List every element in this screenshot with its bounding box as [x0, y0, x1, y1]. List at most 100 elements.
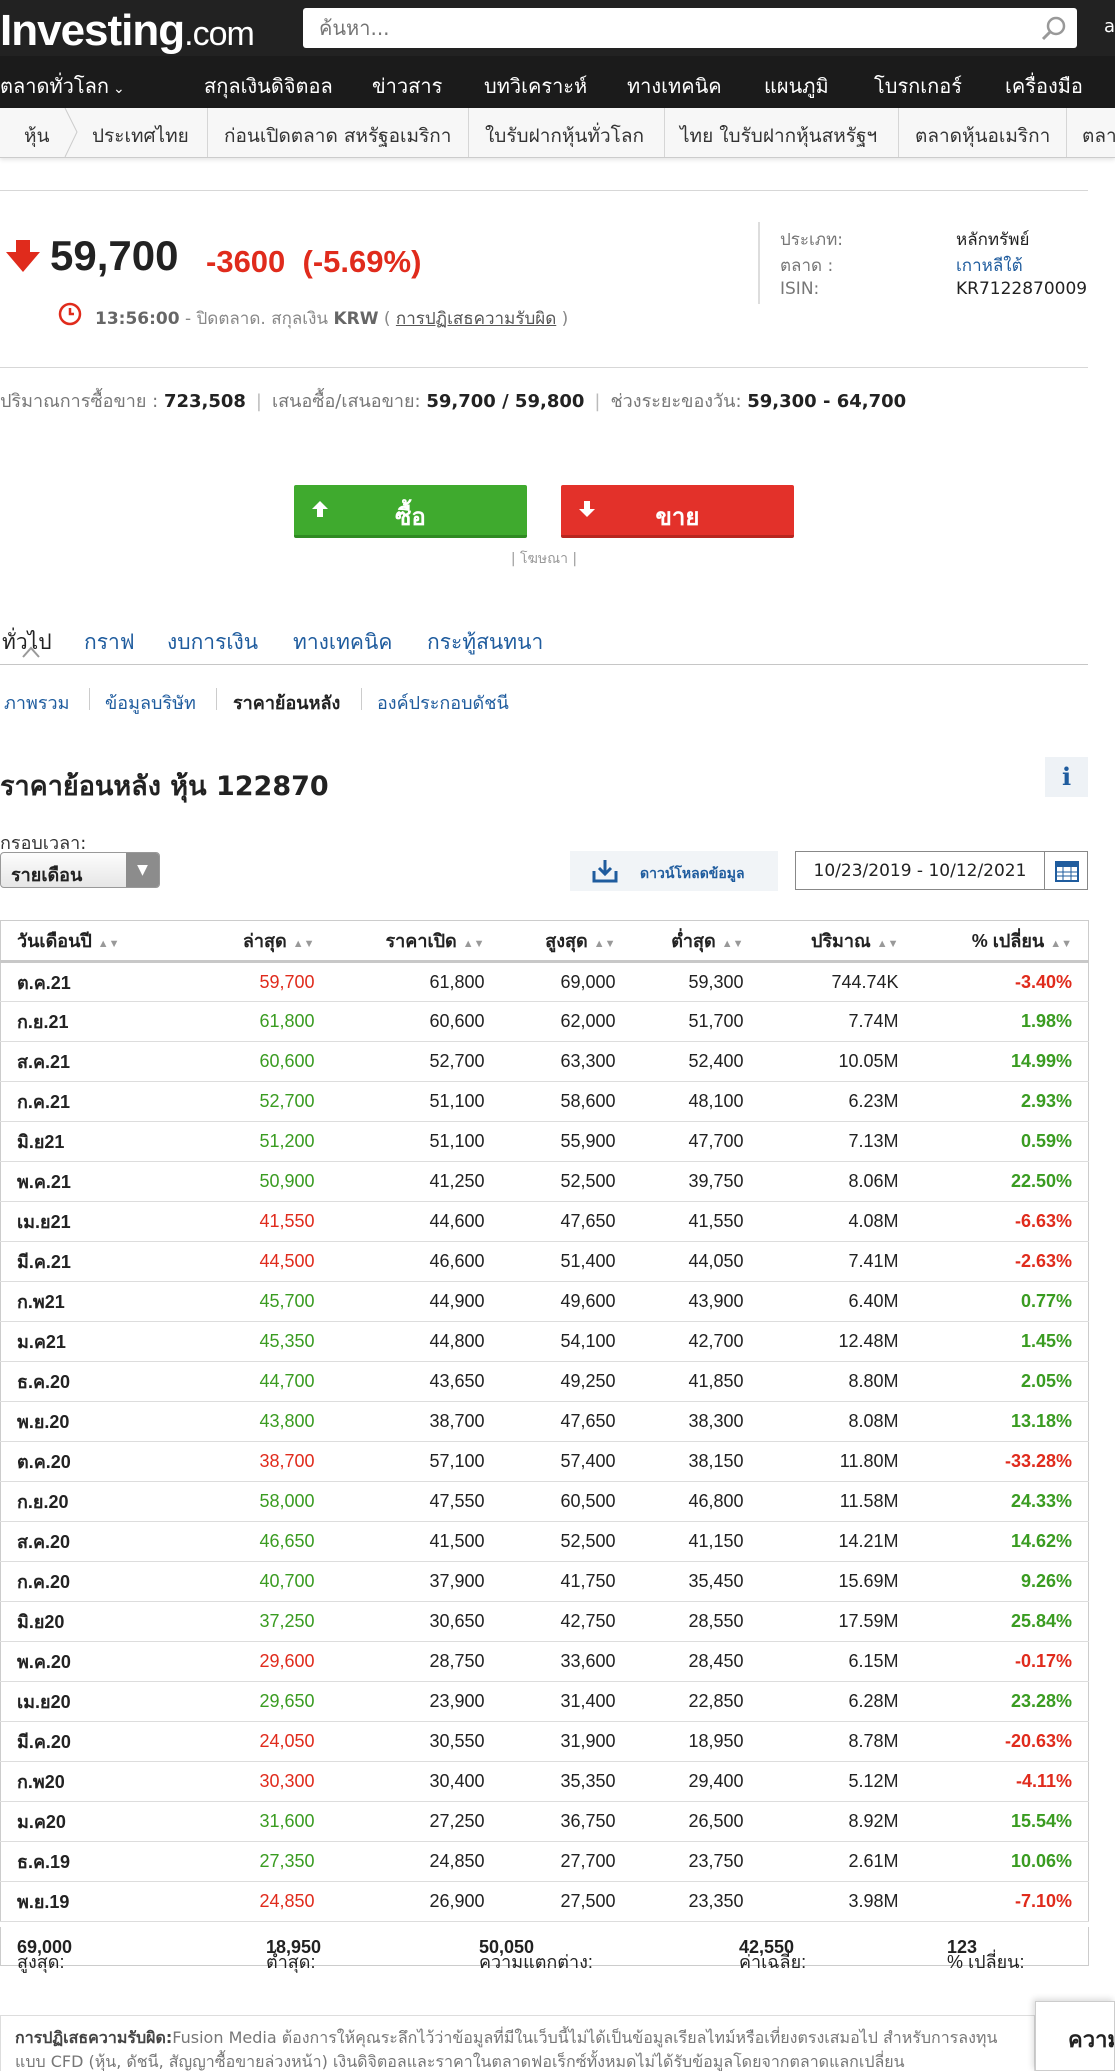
timeframe-select[interactable]: รายเดือน ▼	[0, 852, 160, 888]
cell-volume: 3.98M	[759, 1881, 915, 1922]
cell-open: 26,900	[330, 1881, 501, 1922]
col-volume[interactable]: ปริมาณ ▲▼	[759, 920, 915, 963]
cell-change-pct: 1.45%	[914, 1321, 1089, 1362]
cell-last: 38,700	[190, 1441, 331, 1482]
change-value: -3600	[206, 244, 286, 279]
cell-date: ก.ค.20	[0, 1561, 191, 1602]
calendar-icon[interactable]	[1055, 860, 1079, 882]
cell-low: 18,950	[631, 1721, 760, 1762]
cell-open: 60,600	[330, 1001, 501, 1042]
table-row: พ.ย.19 24,850 26,900 27,500 23,350 3.98M -7.10…	[0, 1881, 1089, 1922]
subtab-overview[interactable]: ภาพรวม	[4, 688, 69, 717]
summary-label: ต่ำสุด:	[266, 1952, 316, 1972]
tab-chart[interactable]: กราฟ	[84, 626, 135, 659]
cell-high: 47,650	[500, 1401, 632, 1442]
search-icon[interactable]	[1041, 15, 1067, 41]
sell-label: ขาย	[655, 503, 700, 531]
cell-date: มิ.ย21	[0, 1121, 191, 1162]
cell-high: 49,250	[500, 1361, 632, 1402]
download-data-button[interactable]: ดาวน์โหลดข้อมูล	[570, 851, 778, 891]
cell-date: มี.ค.20	[0, 1721, 191, 1762]
buy-button[interactable]: ซื้อ	[294, 485, 527, 538]
col-last[interactable]: ล่าสุด ▲▼	[190, 920, 331, 963]
cell-change-pct: -6.63%	[914, 1201, 1089, 1242]
floating-corner-tab[interactable]: ความ	[1035, 2001, 1115, 2071]
summary-change-pct: % เปลี่ยน: 123	[947, 1937, 1024, 1972]
tab-technical[interactable]: ทางเทคนิค	[293, 626, 392, 659]
nav-item-brokers[interactable]: โบรกเกอร์	[874, 70, 962, 102]
cell-low: 47,700	[631, 1121, 760, 1162]
cell-last: 46,650	[190, 1521, 331, 1562]
cell-high: 41,750	[500, 1561, 632, 1602]
subnav-item-more[interactable]: ตลา	[1082, 121, 1115, 151]
chevron-down-icon: ⌄	[112, 81, 125, 97]
subtab-historical-data[interactable]: ราคาย้อนหลัง	[233, 688, 340, 717]
cell-volume: 7.13M	[759, 1121, 915, 1162]
cell-low: 29,400	[631, 1761, 760, 1802]
divider	[0, 190, 1088, 191]
date-range-input[interactable]	[796, 852, 1045, 889]
search-box[interactable]	[303, 8, 1077, 48]
cell-low: 48,100	[631, 1081, 760, 1122]
cell-volume: 744.74K	[759, 961, 915, 1002]
subnav-item-stocks[interactable]: หุ้น	[24, 121, 50, 151]
nav-item-news[interactable]: ข่าวสาร	[372, 70, 442, 102]
cell-volume: 6.40M	[759, 1281, 915, 1322]
tab-forum[interactable]: กระทู้สนทนา	[427, 626, 543, 659]
nav-item-charts[interactable]: แผนภูมิ	[764, 70, 829, 102]
cell-open: 43,650	[330, 1361, 501, 1402]
market-value-link[interactable]: เกาหลีใต้	[956, 252, 1023, 279]
sort-icon: ▲▼	[593, 938, 616, 950]
divider	[0, 664, 1088, 665]
active-tab-caret-icon	[22, 646, 40, 658]
cell-high: 42,750	[500, 1601, 632, 1642]
sell-button[interactable]: ขาย	[561, 485, 794, 538]
subnav-item-global-adr[interactable]: ใบรับฝากหุ้นทั่วโลก	[485, 121, 644, 151]
tab-financials[interactable]: งบการเงิน	[167, 626, 258, 659]
subnav-item-us-premarket[interactable]: ก่อนเปิดตลาด สหรัฐอเมริกา	[224, 121, 451, 151]
table-row: ธ.ค.20 44,700 43,650 49,250 41,850 8.80M 2.05%	[0, 1361, 1089, 1402]
cell-volume: 11.58M	[759, 1481, 915, 1522]
site-logo[interactable]: Investing.com	[0, 6, 255, 56]
cell-date: มิ.ย20	[0, 1601, 191, 1642]
nav-item-world-markets[interactable]: ตลาดทั่วโลก ⌄	[0, 70, 125, 102]
col-date[interactable]: วันเดือนปี ▲▼	[0, 920, 191, 963]
sort-icon: ▲▼	[1050, 938, 1072, 950]
main-nav: ตลาดทั่วโลก ⌄ สกุลเงินดิจิตอล ข่าวสาร บทว…	[0, 56, 1115, 108]
col-open[interactable]: ราคาเปิด ▲▼	[330, 920, 501, 963]
col-low[interactable]: ต่ำสุด ▲▼	[631, 920, 760, 963]
topbar-edge-text[interactable]: a	[1104, 16, 1115, 37]
date-range-picker[interactable]	[795, 851, 1088, 890]
cell-open: 41,500	[330, 1521, 501, 1562]
cell-open: 47,550	[330, 1481, 501, 1522]
cell-low: 41,550	[631, 1201, 760, 1242]
cell-change-pct: 22.50%	[914, 1161, 1089, 1202]
summary-high: สูงสุด: 69,000	[17, 1937, 72, 1972]
type-label: ประเภท:	[780, 230, 844, 250]
subnav-item-thai-us-adr[interactable]: ไทย ใบรับฝากหุ้นสหรัฐฯ	[680, 121, 877, 151]
type-value: หลักทรัพย์	[956, 230, 1030, 250]
nav-item-analysis[interactable]: บทวิเคราะห์	[484, 70, 587, 102]
search-input[interactable]	[303, 8, 1003, 48]
col-high[interactable]: สูงสุด ▲▼	[500, 920, 632, 963]
col-change-pct[interactable]: % เปลี่ยน ▲▼	[914, 920, 1089, 963]
subtab-index-components[interactable]: องค์ประกอบดัชนี	[377, 688, 509, 717]
subnav-item-thailand[interactable]: ประเทศไทย	[92, 121, 189, 151]
cell-last: 50,900	[190, 1161, 331, 1202]
cell-low: 35,450	[631, 1561, 760, 1602]
disclaimer-link[interactable]: การปฏิเสธความรับผิด	[396, 309, 556, 329]
nav-item-tools[interactable]: เครื่องมือ	[1005, 70, 1083, 102]
cell-last: 24,050	[190, 1721, 331, 1762]
clock-icon	[58, 302, 82, 326]
table-row: ต.ค.21 59,700 61,800 69,000 59,300 744.74K -3.…	[0, 961, 1089, 1002]
info-icon[interactable]: i	[1045, 757, 1088, 797]
table-row: ก.ย.21 61,800 60,600 62,000 51,700 7.74M 1.98%	[0, 1001, 1089, 1042]
nav-item-crypto[interactable]: สกุลเงินดิจิตอล	[204, 70, 333, 102]
summary-label: สูงสุด:	[17, 1952, 65, 1972]
cell-volume: 2.61M	[759, 1841, 915, 1882]
subtab-company-profile[interactable]: ข้อมูลบริษัท	[105, 688, 196, 717]
subnav-item-us-stocks[interactable]: ตลาดหุ้นอเมริกา	[915, 121, 1050, 151]
change-percent: (-5.69%)	[302, 244, 422, 279]
nav-item-technical[interactable]: ทางเทคนิค	[627, 70, 722, 102]
cell-low: 51,700	[631, 1001, 760, 1042]
